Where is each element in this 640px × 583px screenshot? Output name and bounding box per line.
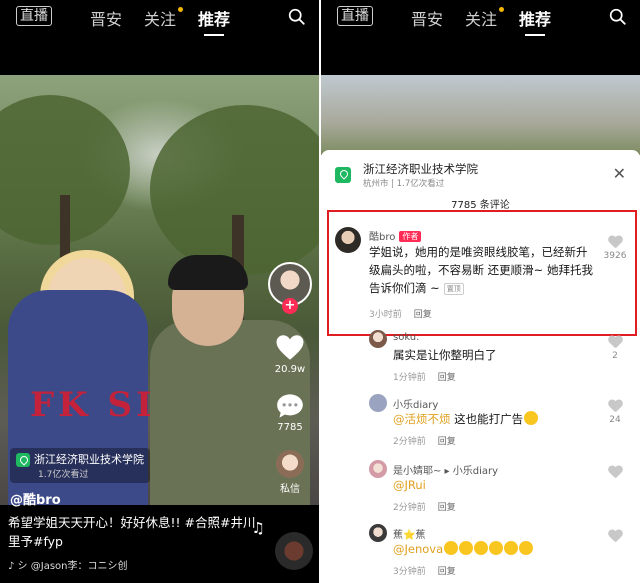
- avatar[interactable]: [369, 460, 387, 478]
- comment-username[interactable]: 小乐diary: [393, 396, 438, 411]
- avatar[interactable]: [335, 227, 361, 253]
- reply-button[interactable]: 回复: [438, 503, 456, 513]
- follow-plus-icon[interactable]: +: [282, 298, 298, 314]
- new-dot-icon: [178, 7, 184, 12]
- comment-like-button[interactable]: 3926: [600, 236, 630, 261]
- search-icon[interactable]: [288, 8, 305, 25]
- tab-recommend[interactable]: 推荐: [198, 6, 230, 36]
- feed-tabs: 晋安 关注 推荐: [411, 6, 551, 36]
- comment-meta: 2分钟前 回复: [393, 503, 456, 513]
- emoji-icon: [459, 541, 474, 555]
- tab-following[interactable]: 关注: [465, 6, 505, 30]
- video-caption: 希望学姐天天开心！好好休息!! #合照#井川里予#fyp: [8, 515, 256, 549]
- tab-following[interactable]: 关注: [144, 6, 184, 30]
- reply-button[interactable]: 回复: [414, 310, 432, 320]
- emoji-icon: [524, 411, 539, 425]
- mention-link[interactable]: @活烦不烦: [393, 412, 451, 426]
- avatar[interactable]: [369, 524, 387, 542]
- comment-sheet: 浙江经济职业技术学院 杭州市 | 1.7亿次看过 ✕ 7785 条评论 酷bro…: [321, 150, 640, 583]
- like-button[interactable]: 20.9w: [265, 334, 315, 375]
- reply-button[interactable]: 回复: [438, 373, 456, 383]
- emoji-icon: [519, 541, 534, 555]
- video-feed-panel: 直播 晋安 关注 推荐 FK SI + 20.9w 7785 私信 浙江经济职业…: [0, 0, 319, 583]
- comment-text: @JRui: [393, 476, 593, 494]
- live-logo-button[interactable]: 直播: [337, 6, 373, 26]
- tab-recommend[interactable]: 推荐: [519, 6, 551, 36]
- heart-icon: [608, 236, 623, 249]
- heart-icon: [608, 530, 623, 543]
- music-note-icon: ♫: [251, 519, 265, 537]
- comment-text: @活烦不烦 这也能打广告: [393, 410, 593, 428]
- avatar[interactable]: [369, 330, 387, 348]
- live-logo-button[interactable]: 直播: [16, 6, 52, 26]
- location-views: 杭州市 | 1.7亿次看过: [363, 179, 445, 189]
- heart-icon: [276, 335, 304, 360]
- pinned-badge: 置顶: [443, 283, 464, 295]
- comment-meta: 3分钟前 回复: [393, 567, 456, 577]
- heart-icon: [608, 336, 623, 349]
- location-pin-icon: [16, 453, 30, 467]
- tab-jinan[interactable]: 晋安: [90, 6, 122, 30]
- mention-link[interactable]: @JRui: [393, 478, 426, 492]
- creator-avatar-button[interactable]: +: [265, 262, 315, 314]
- tab-jinan[interactable]: 晋安: [411, 6, 443, 30]
- reply-button[interactable]: 回复: [438, 567, 456, 577]
- comment-meta: 3小时前 回复: [369, 310, 432, 320]
- comment-count: 7785 条评论: [451, 200, 510, 211]
- message-avatar: [276, 450, 304, 478]
- new-dot-icon: [499, 7, 505, 12]
- close-icon[interactable]: ✕: [613, 164, 626, 183]
- search-icon[interactable]: [609, 8, 626, 25]
- heart-icon: [608, 400, 623, 413]
- author-badge: 作者: [399, 231, 422, 242]
- emoji-icon: [474, 541, 489, 555]
- shirt-print: FK SI: [30, 385, 156, 425]
- comment-meta: 1分钟前 回复: [393, 373, 456, 383]
- comment-username[interactable]: 是小婧耶~ ▸ 小乐diary: [393, 462, 498, 477]
- location-name[interactable]: 浙江经济职业技术学院: [363, 161, 478, 177]
- emoji-icon: [504, 541, 519, 555]
- top-nav-bar: 直播 晋安 关注 推荐: [0, 0, 319, 75]
- location-tag[interactable]: 浙江经济职业技术学院 1.7亿次看过: [10, 448, 150, 483]
- comment-meta: 2分钟前 回复: [393, 437, 456, 447]
- person-hair: [168, 255, 248, 290]
- avatar[interactable]: [369, 394, 387, 412]
- comment-like-button[interactable]: [600, 466, 630, 481]
- screenshot-pair: 直播 晋安 关注 推荐 FK SI + 20.9w 7785 私信 浙江经济职业…: [0, 0, 640, 583]
- music-credit[interactable]: ♪ シ @Jason李：コニシ创: [8, 557, 127, 572]
- comment-like-button[interactable]: 24: [600, 400, 630, 425]
- comment-like-button[interactable]: [600, 530, 630, 545]
- comment-text: 属实是让你整明白了: [393, 348, 497, 362]
- top-nav-bar: 直播 晋安 关注 推荐: [321, 0, 640, 75]
- video-frame[interactable]: [321, 75, 640, 155]
- comment-text: @Jenova: [393, 540, 613, 558]
- heart-icon: [608, 466, 623, 479]
- author-name[interactable]: @酷bro: [10, 489, 61, 508]
- reply-button[interactable]: 回复: [438, 437, 456, 447]
- comment-like-button[interactable]: 2: [600, 336, 630, 361]
- comment-username[interactable]: soku.: [393, 332, 419, 343]
- comment-bubble-icon: [277, 394, 303, 418]
- comment-text: 学姐说，她用的是唯资眼线胶笔，已经新升级扁头的啦，不容易断 还更顺滑~ 她拜托我…: [369, 245, 593, 295]
- comment-username[interactable]: 酷bro 作者: [369, 228, 422, 243]
- feed-tabs: 晋安 关注 推荐: [90, 6, 230, 36]
- message-button[interactable]: 私信: [265, 450, 315, 495]
- music-disc-icon[interactable]: [275, 532, 313, 570]
- location-pin-icon: [335, 167, 351, 183]
- emoji-icon: [444, 541, 459, 555]
- mention-link[interactable]: @Jenova: [393, 542, 443, 556]
- emoji-icon: [489, 541, 504, 555]
- comment-username[interactable]: 蕉⭐蕉: [393, 526, 425, 541]
- comment-button[interactable]: 7785: [265, 393, 315, 433]
- video-info: @酷bro 希望学姐天天开心！好好休息!! #合照#井川里予#fyp ♪ シ @…: [0, 493, 319, 583]
- comments-panel: 直播 晋安 关注 推荐 浙江经济职业技术学院 杭州市 | 1.7亿次看过 ✕ 7…: [321, 0, 640, 583]
